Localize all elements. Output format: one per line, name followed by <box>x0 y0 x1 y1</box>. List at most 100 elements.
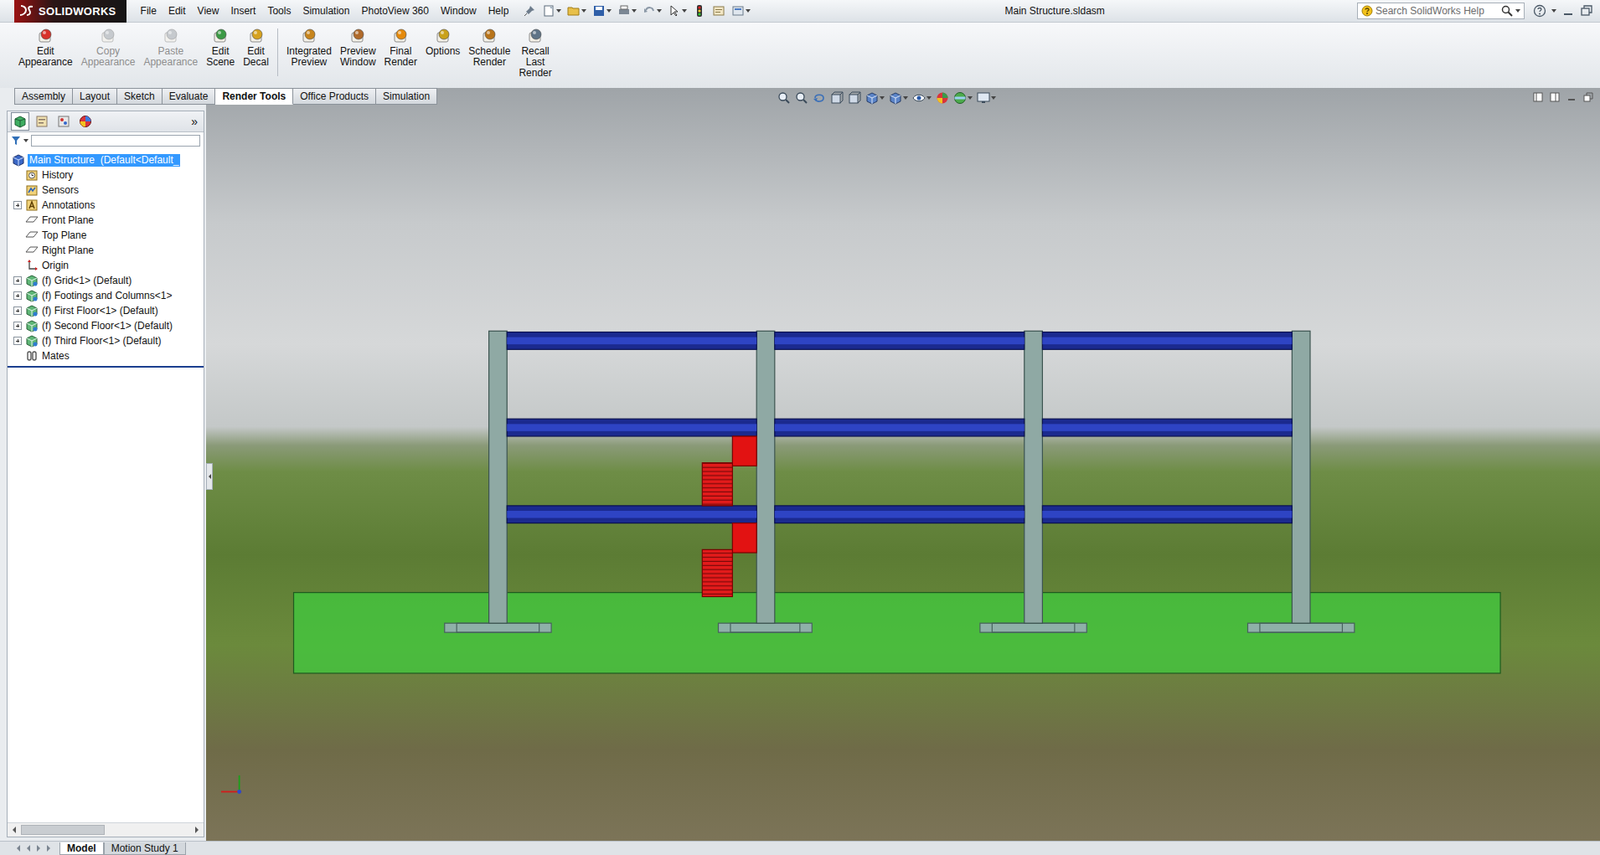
tree-item[interactable]: (f) Grid<1> (Default) <box>7 273 204 289</box>
dropdown-caret-icon[interactable] <box>745 9 751 13</box>
tree-item[interactable]: Origin <box>7 258 204 274</box>
stair-landing[interactable] <box>732 436 757 466</box>
solidworks-logo[interactable]: SOLIDWORKS <box>14 0 127 23</box>
next-tab-icon[interactable] <box>34 843 43 854</box>
floor-beams[interactable] <box>506 332 1292 351</box>
command-tab[interactable]: Evaluate <box>162 87 217 105</box>
final-render-button[interactable]: Final Render <box>380 25 422 70</box>
menu-item[interactable]: File <box>134 3 163 19</box>
heads-up-button[interactable] <box>912 91 932 105</box>
dropdown-caret-icon[interactable] <box>656 9 662 13</box>
command-tab[interactable]: Simulation <box>376 87 438 105</box>
quick-tool-button[interactable] <box>640 3 664 19</box>
quick-tool-button[interactable] <box>615 3 639 19</box>
scroll-right-icon[interactable] <box>190 823 204 837</box>
dropdown-caret-icon[interactable] <box>967 96 973 100</box>
minimize-icon[interactable] <box>1561 4 1575 18</box>
stair-flight[interactable] <box>701 523 757 598</box>
collapse-arrow-icon[interactable] <box>208 474 212 480</box>
menu-item[interactable]: PhotoView 360 <box>355 3 435 19</box>
beam[interactable] <box>506 418 757 437</box>
column[interactable] <box>756 330 775 624</box>
stair-landing[interactable] <box>732 523 757 553</box>
split-horizontal-icon[interactable] <box>1549 92 1560 103</box>
menu-item[interactable]: Help <box>482 3 516 19</box>
heads-up-button[interactable] <box>794 91 809 105</box>
heads-up-button[interactable] <box>935 91 950 105</box>
tree-item[interactable]: (f) Second Floor<1> (Default) <box>7 318 204 334</box>
panel-expand-button[interactable]: » <box>188 114 201 129</box>
footing[interactable] <box>718 623 813 633</box>
paste-appearance-button[interactable]: Paste Appearance <box>139 25 202 70</box>
tree-item[interactable]: Sensors <box>7 182 204 198</box>
expand-plus-icon[interactable] <box>13 291 22 300</box>
minimize-view-icon[interactable] <box>1566 92 1577 103</box>
dropdown-caret-icon[interactable] <box>23 139 29 143</box>
first-tab-icon[interactable] <box>14 843 23 854</box>
tree-item[interactable]: Mates <box>7 348 204 364</box>
dropdown-caret-icon[interactable] <box>681 9 687 13</box>
dropdown-caret-icon[interactable] <box>903 96 909 100</box>
dropdown-caret-icon[interactable] <box>556 9 562 13</box>
dropdown-caret-icon[interactable] <box>1515 9 1521 13</box>
column[interactable] <box>1024 330 1043 624</box>
command-tab[interactable]: Render Tools <box>215 87 294 105</box>
copy-appearance-button[interactable]: Copy Appearance <box>77 25 140 70</box>
expand-plus-icon[interactable] <box>13 306 22 315</box>
heads-up-button[interactable] <box>830 91 844 105</box>
rollback-bar[interactable] <box>7 366 204 368</box>
menu-item[interactable]: Window <box>434 3 483 19</box>
tree-item[interactable]: (f) Footings and Columns<1> <box>7 288 204 304</box>
heads-up-button[interactable] <box>812 91 826 105</box>
dropdown-caret-icon[interactable] <box>606 9 612 13</box>
expand-plus-icon[interactable] <box>13 321 22 331</box>
menu-item[interactable]: Insert <box>224 3 262 19</box>
recall-last-render-button[interactable]: Recall Last Render <box>514 25 556 81</box>
heads-up-button[interactable] <box>865 91 885 105</box>
panel-collapse-handle[interactable] <box>206 463 213 491</box>
tree-item[interactable]: Annotations <box>7 197 204 213</box>
beam[interactable] <box>1042 505 1292 524</box>
edit-appearance-button[interactable]: Edit Appearance <box>14 25 78 70</box>
display-manager-tab-icon[interactable] <box>76 112 95 131</box>
filter-funnel-icon[interactable] <box>10 135 21 146</box>
graphics-area[interactable] <box>206 87 1600 842</box>
quick-tool-button[interactable] <box>710 3 728 19</box>
heads-up-button[interactable] <box>777 91 791 105</box>
quick-tool-button[interactable] <box>540 3 563 19</box>
preview-window-button[interactable]: Preview Window <box>335 25 381 70</box>
beam[interactable] <box>1042 332 1292 351</box>
tree-root[interactable]: Main Structure (Default<Default_ <box>7 152 204 168</box>
tree-item[interactable]: Right Plane <box>7 242 204 259</box>
help-icon[interactable] <box>1532 4 1547 18</box>
menu-item[interactable]: View <box>191 3 226 19</box>
footing[interactable] <box>444 623 552 633</box>
heads-up-button[interactable] <box>976 91 997 105</box>
restore-icon[interactable] <box>1579 4 1594 18</box>
tree-item[interactable]: Top Plane <box>7 227 204 243</box>
edit-scene-button[interactable]: Edit Scene <box>201 25 239 70</box>
last-tab-icon[interactable] <box>44 843 53 854</box>
integrated-preview-button[interactable]: Integrated Preview <box>282 25 336 70</box>
edit-decal-button[interactable]: Edit Decal <box>238 25 274 70</box>
quick-tool-button[interactable] <box>565 3 589 19</box>
scroll-thumb[interactable] <box>20 825 105 836</box>
magnifier-icon[interactable] <box>1501 5 1513 17</box>
ground-slab[interactable] <box>294 593 1502 674</box>
command-tab[interactable]: Sketch <box>117 87 163 105</box>
stair-steps[interactable] <box>701 549 733 597</box>
quick-tool-button[interactable] <box>729 3 753 19</box>
footing[interactable] <box>1247 623 1354 633</box>
tree-item[interactable]: Front Plane <box>7 212 204 228</box>
floor-beams[interactable] <box>506 418 1292 437</box>
schedule-render-button[interactable]: Schedule Render <box>464 25 515 70</box>
restore-view-icon[interactable] <box>1583 92 1594 103</box>
menu-item[interactable]: Edit <box>162 3 192 19</box>
heads-up-button[interactable] <box>953 91 973 105</box>
quick-tool-button[interactable] <box>590 3 614 19</box>
menu-item[interactable]: Simulation <box>296 3 356 19</box>
tree-item[interactable]: History <box>7 167 204 183</box>
beam[interactable] <box>774 332 1025 351</box>
quick-tool-button[interactable] <box>665 3 689 19</box>
horizontal-scrollbar[interactable] <box>7 822 204 837</box>
